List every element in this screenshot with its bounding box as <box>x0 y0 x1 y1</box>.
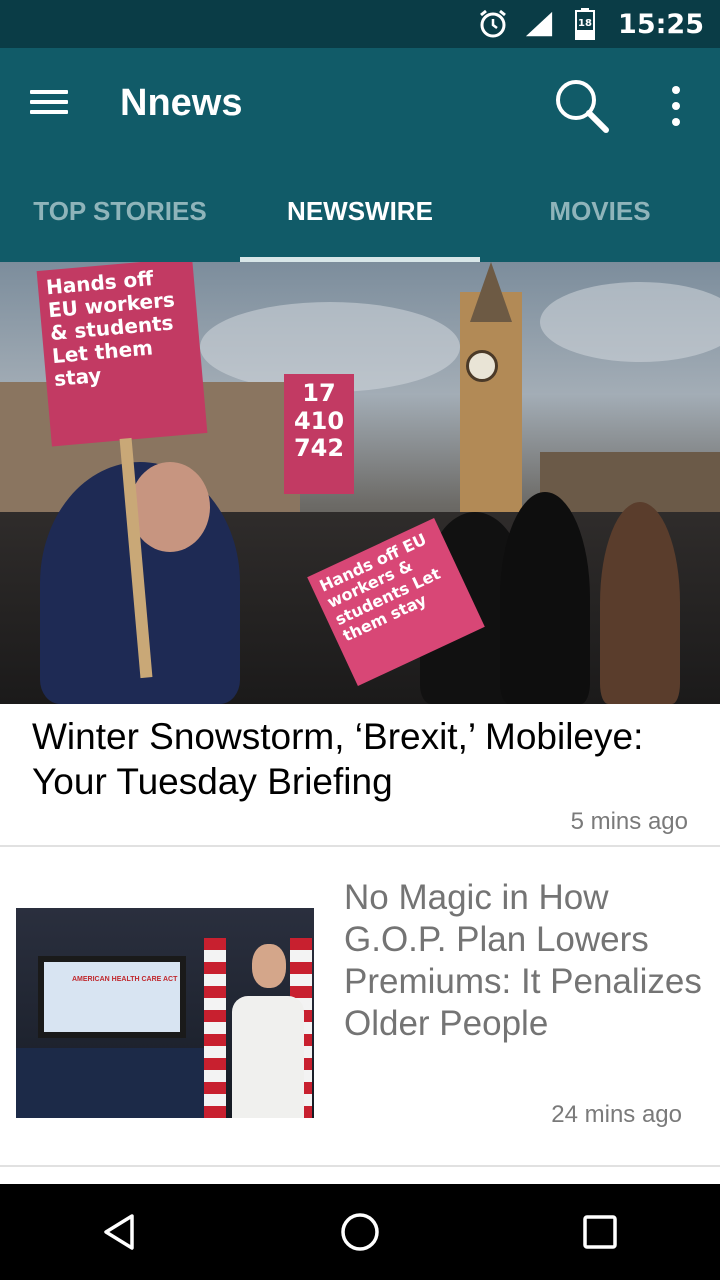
article-title: Winter Snowstorm, ‘Brexit,’ Mobileye: Yo… <box>32 716 644 802</box>
recents-icon[interactable] <box>560 1192 640 1272</box>
menu-icon[interactable] <box>30 84 82 128</box>
protest-sign: Hands off EU workers & students Let them… <box>36 262 208 447</box>
search-icon[interactable] <box>552 76 612 136</box>
article-time: 5 mins ago <box>570 808 688 835</box>
article-card[interactable]: AMERICAN HEALTH CARE ACT No Magic in How… <box>0 849 720 1167</box>
clock-face <box>466 350 498 382</box>
article-card[interactable]: Winter Snowstorm, ‘Brexit,’ Mobileye: Yo… <box>0 704 720 847</box>
tab-top-stories[interactable]: TOP STORIES <box>0 164 240 262</box>
thumbnail-screen: AMERICAN HEALTH CARE ACT <box>38 956 186 1038</box>
tab-newswire[interactable]: NEWSWIRE <box>240 164 480 262</box>
article-thumbnail: AMERICAN HEALTH CARE ACT <box>16 908 314 1118</box>
big-ben-tower <box>460 292 522 532</box>
article-title: No Magic in How G.O.P. Plan Lowers Premi… <box>344 878 702 1043</box>
lead-article-image[interactable]: Hands off EU workers & students Let them… <box>0 262 720 704</box>
flag-icon <box>204 938 226 1118</box>
app-bar: Nnews TOP STORIES NEWSWIRE MOVIES <box>0 48 720 262</box>
toolbar: Nnews <box>0 48 720 164</box>
signal-icon <box>524 9 554 39</box>
status-bar: 18 15:25 <box>0 0 720 48</box>
article-time: 24 mins ago <box>551 1101 682 1128</box>
tab-bar: TOP STORIES NEWSWIRE MOVIES <box>0 164 720 262</box>
more-vert-icon[interactable] <box>660 84 692 128</box>
system-nav-bar <box>0 1184 720 1280</box>
battery-icon: 18 <box>570 8 600 40</box>
protest-sign: 17 410 742 <box>284 374 354 494</box>
back-icon[interactable] <box>80 1192 160 1272</box>
home-icon[interactable] <box>320 1192 400 1272</box>
app-title: Nnews <box>120 82 243 124</box>
status-time: 15:25 <box>618 8 704 40</box>
tab-movies[interactable]: MOVIES <box>480 164 720 262</box>
battery-level: 18 <box>578 18 592 29</box>
alarm-icon <box>478 9 508 39</box>
